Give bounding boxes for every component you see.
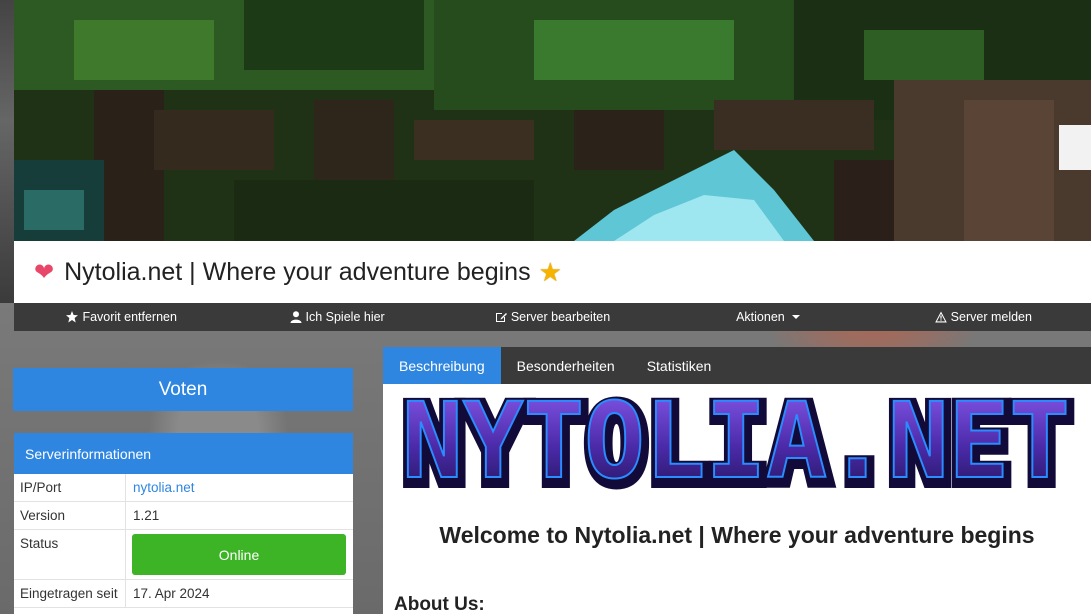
tab-statistiken[interactable]: Statistiken — [631, 347, 728, 384]
registered-since-value: 17. Apr 2024 — [133, 586, 210, 601]
tab-besonderheiten[interactable]: Besonderheiten — [501, 347, 631, 384]
server-title-bar: ❤ Nytolia.net | Where your adventure beg… — [14, 241, 1091, 303]
user-icon — [290, 311, 301, 323]
status-online-badge: Online — [132, 534, 346, 575]
action-bar: Favorit entfernen Ich Spiele hier Server… — [14, 303, 1091, 331]
vote-label: Voten — [158, 378, 208, 400]
server-logo: NYTOLIA.NET NYTOLIA.NET — [393, 384, 1081, 513]
table-row: Version 1.21 — [14, 502, 353, 530]
favorite-remove-button[interactable]: Favorit entfernen — [14, 310, 229, 324]
actions-label: Aktionen — [736, 310, 785, 324]
server-info-panel: Serverinformationen IP/Port nytolia.net … — [14, 433, 353, 614]
star-icon — [66, 311, 79, 323]
registered-since-key: Eingetragen seit — [14, 580, 126, 607]
star-icon: ★ — [538, 256, 562, 287]
edit-server-label: Server bearbeiten — [510, 310, 611, 324]
left-edge-strip — [0, 0, 14, 303]
edit-server-button[interactable]: Server bearbeiten — [445, 310, 660, 324]
server-title: Nytolia.net | Where your adventure begin… — [64, 257, 531, 286]
ip-port-link[interactable]: nytolia.net — [133, 480, 195, 495]
i-play-here-button[interactable]: Ich Spiele hier — [229, 310, 444, 324]
welcome-heading: Welcome to Nytolia.net | Where your adve… — [439, 522, 1035, 548]
vote-button[interactable]: Voten — [13, 368, 353, 411]
description-content: NYTOLIA.NET NYTOLIA.NET Welcome to Nytol… — [383, 384, 1091, 614]
i-play-here-label: Ich Spiele hier — [305, 310, 385, 324]
report-server-button[interactable]: Server melden — [876, 310, 1091, 324]
status-key: Status — [14, 530, 126, 579]
edit-icon — [495, 313, 507, 322]
about-heading: About Us: — [394, 594, 485, 614]
favorite-remove-label: Favorit entfernen — [82, 310, 177, 324]
caret-down-icon — [791, 315, 800, 319]
table-row: Status Online — [14, 530, 353, 580]
svg-text:NYTOLIA.NET: NYTOLIA.NET — [402, 393, 1070, 499]
status-online-label: Online — [218, 546, 260, 563]
version-value: 1.21 — [133, 508, 160, 523]
content-tabs: Beschreibung Besonderheiten Statistiken — [383, 347, 1091, 384]
table-row: IP/Port nytolia.net — [14, 474, 353, 502]
version-key: Version — [14, 502, 126, 529]
heart-icon: ❤ — [34, 258, 55, 286]
tab-beschreibung[interactable]: Beschreibung — [383, 347, 501, 384]
warning-icon — [934, 311, 947, 323]
server-banner — [14, 0, 1091, 241]
report-server-label: Server melden — [950, 310, 1032, 324]
ip-port-key: IP/Port — [14, 474, 126, 501]
actions-dropdown[interactable]: Aktionen — [660, 310, 875, 324]
server-info-heading: Serverinformationen — [14, 433, 353, 474]
table-row: Eingetragen seit 17. Apr 2024 — [14, 580, 353, 608]
